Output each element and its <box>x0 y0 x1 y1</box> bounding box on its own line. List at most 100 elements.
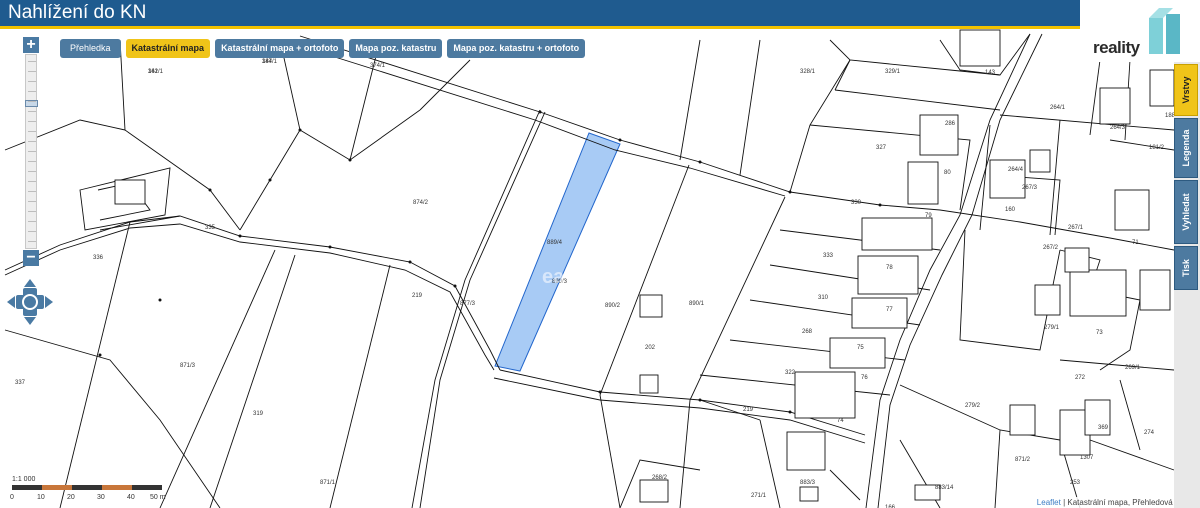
zoom-in-button[interactable]: + <box>23 37 39 53</box>
layer-button-mapa-poz-katastru-ortofoto[interactable]: Mapa poz. katastru + ortofoto <box>447 39 586 58</box>
tab-legenda-label: Legenda <box>1181 129 1191 167</box>
zoom-slider-tick <box>28 151 36 152</box>
scale-tick-label: 40 <box>127 494 135 501</box>
parcel-lines: 342/1344/1374/1328/1 329/1 143264/1264/318… <box>4 29 1176 508</box>
app-header: Nahlížení do KN <box>0 0 1080 29</box>
parcel-label: 271/1 <box>751 493 767 499</box>
zoom-slider-tick <box>28 161 36 162</box>
parcel-label: 80 <box>944 170 951 176</box>
zoom-slider-tick <box>28 111 36 112</box>
zoom-slider-tick <box>28 81 36 82</box>
layer-button-mapa-poz-katastru[interactable]: Mapa poz. katastru <box>349 39 443 58</box>
parcel-label: 883/3 <box>800 480 816 486</box>
leaflet-link[interactable]: Leaflet <box>1037 498 1061 507</box>
parcel-label: 75 <box>857 345 864 351</box>
zoom-slider-tick <box>28 121 36 122</box>
parcel-label: 79 <box>925 213 932 219</box>
parcel-label: 889/4 <box>547 240 563 246</box>
scale-labels: 0 10 20 30 40 50 m <box>10 494 172 504</box>
watermark: ea <box>542 266 565 288</box>
pan-control[interactable] <box>6 278 54 326</box>
parcel-label: 274 <box>1144 430 1155 436</box>
parcel-label: 286 <box>945 121 956 127</box>
parcel-label: 187 <box>262 59 273 65</box>
parcel-label: 143 <box>985 70 996 76</box>
parcel-label: 871/3 <box>180 363 196 369</box>
parcel-label: 890/2 <box>605 303 621 309</box>
parcel-label: 279/1 <box>1044 325 1060 331</box>
pan-down-icon[interactable] <box>24 317 36 325</box>
parcel-label: 268/2 <box>652 475 668 481</box>
parcel-label: 269/1 <box>1125 365 1141 371</box>
zoom-slider-tick <box>28 231 36 232</box>
zoom-slider-tick <box>28 131 36 132</box>
parcel-label: 871/1 <box>320 480 336 486</box>
tab-vrstvy[interactable]: Vrstvy <box>1174 64 1198 116</box>
scale-tick-label: 20 <box>67 494 75 501</box>
parcel-label: 335 <box>205 225 216 231</box>
parcel-label: 890/1 <box>689 301 705 307</box>
parcel-label: 327 <box>876 145 887 151</box>
zoom-slider[interactable] <box>25 54 38 249</box>
parcel-label: 219 <box>743 407 754 413</box>
scale-ratio: 1:1 000 <box>12 476 36 483</box>
parcel-label: 181/2 <box>1149 145 1165 151</box>
parcel-label: 74 <box>837 418 844 424</box>
side-panel: Vrstvy Legenda Vyhledat Tisk <box>1174 62 1200 508</box>
zoom-slider-tick <box>28 71 36 72</box>
zoom-out-button[interactable]: − <box>23 250 39 266</box>
parcel-label: 267/3 <box>1022 185 1038 191</box>
parcel-label: 374/1 <box>370 63 386 69</box>
zoom-slider-tick <box>28 91 36 92</box>
parcel-label: 268 <box>802 329 813 335</box>
parcel-label: 160 <box>1005 207 1016 213</box>
layer-button-katastralni-mapa[interactable]: Katastrální mapa <box>125 39 211 58</box>
parcel-label: 219 <box>412 293 423 299</box>
parcel-label: 322 <box>785 370 796 376</box>
scale-tick-label: 10 <box>37 494 45 501</box>
parcel-label: 319 <box>253 411 264 417</box>
zoom-slider-tick <box>28 141 36 142</box>
zoom-slider-tick <box>28 191 36 192</box>
pan-right-icon[interactable] <box>45 296 53 308</box>
pan-left-icon[interactable] <box>7 296 15 308</box>
page-title: Nahlížení do KN <box>8 2 147 23</box>
parcel-label: 161 <box>148 69 159 75</box>
parcel-label: 267/1 <box>1068 225 1084 231</box>
scale-bar <box>12 485 162 490</box>
scale-tick-label: 0 <box>10 494 14 501</box>
zoom-slider-tick <box>28 201 36 202</box>
parcel-label: 267/2 <box>1043 245 1059 251</box>
tab-tisk[interactable]: Tisk <box>1174 246 1198 290</box>
pan-up-icon[interactable] <box>24 279 36 287</box>
layer-button-prehledka[interactable]: Přehledka <box>60 39 121 58</box>
parcel-label: 369 <box>1098 425 1109 431</box>
tab-vyhledat-label: Vyhledat <box>1181 193 1191 231</box>
parcel-label: 871/2 <box>1015 457 1031 463</box>
parcel-label: 272 <box>1075 375 1086 381</box>
zoom-slider-tick <box>28 241 36 242</box>
parcel-label: 336 <box>93 255 104 261</box>
parcel-label: 264/1 <box>1050 105 1066 111</box>
parcel-label: 874/2 <box>413 200 429 206</box>
reality-logo[interactable]: reality <box>1083 0 1200 62</box>
parcel-label: 253 <box>1070 480 1081 486</box>
tab-legenda[interactable]: Legenda <box>1174 118 1198 178</box>
tab-vyhledat[interactable]: Vyhledat <box>1174 180 1198 244</box>
parcel-label: 329/1 <box>885 69 901 75</box>
parcel-label: 71 <box>1132 240 1139 246</box>
cadastral-map[interactable]: 342/1 344/1 374/1 328/1 329/1 143 264/1 264/3 18… <box>0 29 1200 508</box>
parcel-label: 877/3 <box>460 301 476 307</box>
parcel-label: 333 <box>823 253 834 259</box>
logo-text: reality <box>1093 38 1140 57</box>
parcel-label: 73 <box>1096 330 1103 336</box>
parcel-label: 264/4 <box>1008 167 1024 173</box>
zoom-slider-tick <box>28 181 36 182</box>
zoom-slider-tick <box>28 221 36 222</box>
parcel-label: 264/3 <box>1110 125 1126 131</box>
tab-vrstvy-label: Vrstvy <box>1181 76 1191 104</box>
parcel-label: 78 <box>886 265 893 271</box>
zoom-slider-tick <box>28 61 36 62</box>
layer-button-katastralni-mapa-ortofoto[interactable]: Katastrální mapa + ortofoto <box>215 39 345 58</box>
parcel-label: 328/1 <box>800 69 816 75</box>
